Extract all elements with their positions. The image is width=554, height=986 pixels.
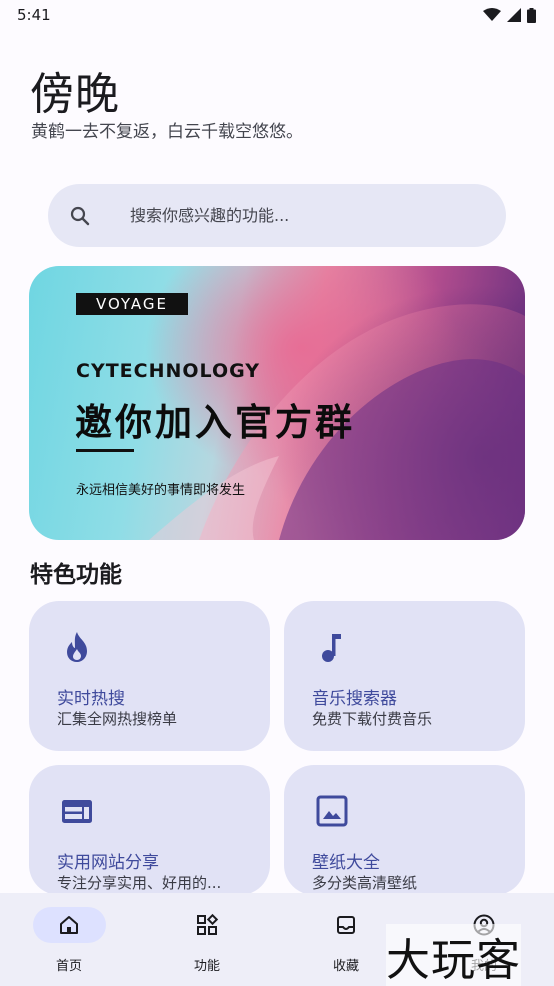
section-title: 特色功能 [30, 562, 122, 588]
image-icon [316, 795, 348, 827]
banner-brand: CYTECHNOLOGY [76, 360, 261, 382]
watermark: 大玩客 [386, 924, 521, 986]
card-description: 多分类高清壁纸 [312, 874, 418, 892]
status-icons [483, 7, 536, 23]
banner-tag: VOYAGE [76, 293, 188, 315]
status-bar: 5:41 [0, 0, 554, 30]
search-input[interactable] [130, 206, 470, 225]
home-icon [60, 916, 78, 934]
wifi-icon [483, 8, 501, 21]
card-title: 壁纸大全 [312, 853, 380, 873]
search-bar[interactable] [48, 184, 506, 247]
page-subtitle: 黄鹤一去不复返，白云千载空悠悠。 [31, 122, 303, 142]
card-description: 免费下载付费音乐 [312, 710, 433, 728]
banner-divider [76, 449, 134, 452]
music-note-icon [322, 634, 341, 662]
feature-card-website-share[interactable]: 实用网站分享 专注分享实用、好用的... [29, 765, 270, 895]
status-time: 5:41 [17, 6, 51, 24]
card-title: 实用网站分享 [57, 853, 159, 873]
feature-card-music-search[interactable]: 音乐搜索器 免费下载付费音乐 [284, 601, 525, 751]
widgets-icon [197, 913, 219, 935]
nav-item-home[interactable]: 首页 [0, 907, 138, 977]
battery-icon [527, 7, 536, 23]
inbox-icon [337, 916, 355, 934]
card-description: 汇集全网热搜榜单 [57, 710, 178, 728]
card-description: 专注分享实用、好用的... [57, 874, 222, 892]
search-icon [70, 206, 90, 225]
feature-card-hot-search[interactable]: 实时热搜 汇集全网热搜榜单 [29, 601, 270, 751]
card-title: 音乐搜索器 [312, 689, 397, 709]
web-icon [62, 800, 92, 823]
card-title: 实时热搜 [57, 689, 125, 709]
nav-label: 首页 [55, 959, 82, 974]
page-title: 傍晚 [30, 69, 120, 120]
flame-icon [67, 632, 87, 662]
banner-headline: 邀你加入官方群 [75, 401, 355, 444]
nav-item-features[interactable]: 功能 [138, 907, 276, 977]
banner-caption: 永远相信美好的事情即将发生 [76, 483, 246, 498]
nav-label: 功能 [193, 959, 220, 974]
feature-card-wallpapers[interactable]: 壁纸大全 多分类高清壁纸 [284, 765, 525, 895]
cellular-icon [507, 8, 521, 22]
promo-banner[interactable]: VOYAGE CYTECHNOLOGY 邀你加入官方群 永远相信美好的事情即将发… [29, 266, 525, 540]
